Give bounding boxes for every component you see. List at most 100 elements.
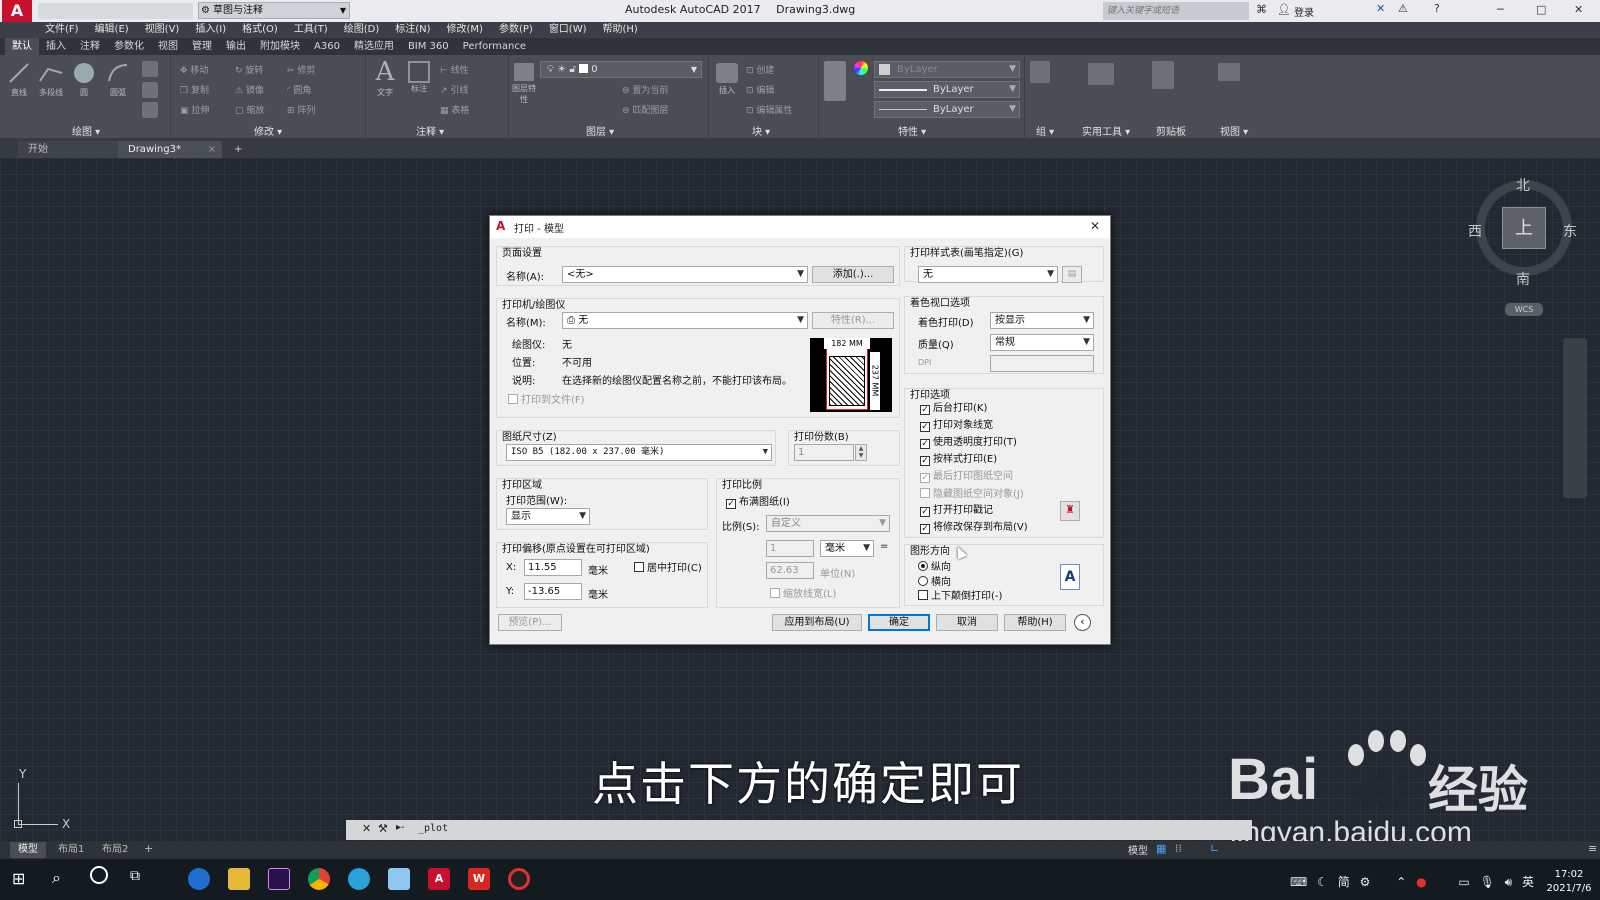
- moon-icon[interactable]: ☾: [1317, 875, 1328, 889]
- navigation-bar[interactable]: [1563, 338, 1587, 498]
- compass-east[interactable]: 东: [1563, 221, 1577, 241]
- color-dropdown[interactable]: ByLayer ▼: [874, 61, 1020, 78]
- recorder-icon[interactable]: [508, 868, 530, 890]
- grid-icon[interactable]: ▦: [1156, 842, 1166, 855]
- tab-manage[interactable]: 管理: [185, 38, 219, 55]
- plot-stamp-checkbox[interactable]: ✓ 打开打印戳记: [920, 505, 993, 518]
- login-button[interactable]: 登录: [1294, 4, 1314, 19]
- hide-paperspace-objects-checkbox[interactable]: 隐藏图纸空间对象(J): [920, 488, 1024, 501]
- layer-dropdown[interactable]: 💡︎ ☀ 🔓︎ 0 ▼: [540, 61, 702, 78]
- scale-dropdown[interactable]: 自定义 ▼: [766, 515, 890, 532]
- menu-draw[interactable]: 绘图(D): [336, 22, 388, 38]
- menu-dimension[interactable]: 标注(N): [387, 22, 438, 38]
- command-line[interactable]: ✕ ⚒ ▸- _plot: [346, 820, 1252, 840]
- dpi-input[interactable]: [990, 355, 1094, 372]
- draw-small-tool[interactable]: [142, 61, 158, 77]
- chrome-icon[interactable]: [308, 868, 330, 890]
- command-text[interactable]: _plot: [418, 823, 448, 834]
- compass-south[interactable]: 南: [1516, 269, 1530, 289]
- help-icon[interactable]: ?: [1434, 2, 1440, 15]
- offset-y-input[interactable]: -13.65: [524, 583, 582, 600]
- apply-to-layout-button[interactable]: 应用到布局(U): [772, 614, 862, 631]
- measure-tool[interactable]: [1088, 63, 1114, 85]
- menu-file[interactable]: 文件(F): [37, 22, 87, 38]
- cancel-button[interactable]: 取消: [936, 614, 998, 631]
- tab-default[interactable]: 默认: [5, 38, 39, 55]
- leader-tool[interactable]: ↗ 引线: [440, 81, 469, 101]
- tab-featured-apps[interactable]: 精选应用: [347, 38, 401, 55]
- settings-icon[interactable]: ⚙: [1360, 875, 1371, 889]
- trim-tool[interactable]: ✂ 修剪: [287, 61, 337, 81]
- close-button[interactable]: ✕: [1574, 3, 1583, 16]
- arc-tool[interactable]: 圆弧: [104, 61, 132, 105]
- ime-mode[interactable]: 简: [1338, 875, 1350, 889]
- cortana-icon[interactable]: [90, 866, 108, 884]
- print-to-file-checkbox[interactable]: 打印到文件(F): [508, 394, 585, 407]
- line-tool[interactable]: 直线: [6, 61, 32, 105]
- plot-with-styles-checkbox[interactable]: ✓ 按样式打印(E): [920, 454, 997, 467]
- offset-x-input[interactable]: 11.55: [524, 559, 582, 576]
- viewcube-face[interactable]: 上: [1502, 207, 1546, 249]
- ok-button[interactable]: 确定: [868, 614, 930, 631]
- paper-size-dropdown[interactable]: ISO B5 (182.00 x 237.00 毫米) ▼: [506, 444, 772, 461]
- mic-icon[interactable]: 🎙︎: [1480, 875, 1495, 889]
- plot-range-dropdown[interactable]: 显示 ▼: [506, 508, 590, 525]
- minimize-button[interactable]: ─: [1497, 3, 1504, 16]
- linear-tool[interactable]: ⊢ 线性: [440, 61, 469, 81]
- panel-label-groups[interactable]: 组 ▾: [1036, 123, 1054, 138]
- help-button[interactable]: 帮助(H): [1004, 614, 1066, 631]
- more-options-button[interactable]: ‹: [1074, 614, 1091, 631]
- text-tool[interactable]: A 文字: [372, 57, 398, 98]
- maximize-button[interactable]: □: [1536, 3, 1546, 16]
- color-wheel-icon[interactable]: [854, 61, 868, 75]
- workspace-dropdown[interactable]: ⚙ 草图与注释 ▼: [198, 2, 350, 19]
- tray-expand-icon[interactable]: ⌃: [1396, 875, 1406, 889]
- panel-label-utilities[interactable]: 实用工具 ▾: [1082, 123, 1130, 138]
- plot-transparency-checkbox[interactable]: ✓ 使用透明度打印(T): [920, 437, 1017, 450]
- exchange-icon[interactable]: ✕: [1376, 2, 1385, 15]
- tab-start[interactable]: 开始: [18, 141, 118, 158]
- search-icon[interactable]: ⌕: [52, 868, 61, 888]
- panel-label-layers[interactable]: 图层 ▾: [586, 123, 614, 138]
- notes-icon[interactable]: [388, 868, 410, 890]
- tab-bim360[interactable]: BIM 360: [401, 38, 456, 55]
- add-layout-button[interactable]: +: [144, 842, 153, 855]
- insert-block-tool[interactable]: 插入: [714, 61, 740, 105]
- tab-view[interactable]: 视图: [151, 38, 185, 55]
- scale-lineweights-checkbox[interactable]: 缩放线宽(L): [770, 588, 836, 601]
- snap-icon[interactable]: ⁞⁞: [1175, 842, 1182, 855]
- close-icon[interactable]: ✕: [1090, 219, 1100, 233]
- background-plot-checkbox[interactable]: ✓ 后台打印(K): [920, 403, 987, 416]
- preview-button[interactable]: 预览(P)...: [498, 614, 562, 631]
- menu-window[interactable]: 窗口(W): [541, 22, 595, 38]
- autocad-logo-icon[interactable]: A: [2, 0, 32, 22]
- landscape-radio[interactable]: 横向: [918, 573, 951, 588]
- close-icon[interactable]: ×: [208, 141, 216, 158]
- edge-icon[interactable]: [188, 868, 210, 890]
- menu-tools[interactable]: 工具(T): [286, 22, 336, 38]
- tab-insert[interactable]: 插入: [39, 38, 73, 55]
- tab-output[interactable]: 输出: [219, 38, 253, 55]
- printer-properties-button[interactable]: 特性(R)...: [812, 312, 894, 329]
- center-plot-checkbox[interactable]: 居中打印(C): [634, 562, 702, 575]
- search-input[interactable]: 键入关键字或短语: [1103, 2, 1249, 20]
- plot-paperspace-last-checkbox[interactable]: ✓ 最后打印图纸空间: [920, 471, 1013, 484]
- linetype-dropdown[interactable]: ByLayer ▼: [874, 81, 1020, 98]
- plot-style-table-dropdown[interactable]: 无 ▼: [918, 266, 1058, 283]
- wrench-icon[interactable]: ⚒: [378, 822, 388, 835]
- new-tab-button[interactable]: +: [228, 141, 248, 158]
- autocad-taskbar-icon[interactable]: A: [428, 868, 450, 890]
- fillet-tool[interactable]: ◜ 圆角: [287, 81, 337, 101]
- edit-attribute-tool[interactable]: ⊡ 编辑属性: [746, 101, 792, 121]
- scale-units-input[interactable]: 62.63: [766, 562, 814, 579]
- dimension-tool[interactable]: 标注: [406, 61, 432, 94]
- quality-dropdown[interactable]: 常规 ▼: [990, 334, 1094, 351]
- polyline-tool[interactable]: 多段线: [36, 61, 66, 105]
- array-tool[interactable]: ⊞ 阵列: [287, 101, 337, 121]
- edit-block-tool[interactable]: ⊡ 编辑: [746, 81, 792, 101]
- plot-lineweights-checkbox[interactable]: ✓ 打印对象线宽: [920, 420, 993, 433]
- tab-drawing3[interactable]: Drawing3* ×: [118, 141, 222, 158]
- rotate-tool[interactable]: ↻ 旋转: [235, 61, 287, 81]
- panel-label-block[interactable]: 块 ▾: [752, 123, 770, 138]
- tab-annotate[interactable]: 注释: [73, 38, 107, 55]
